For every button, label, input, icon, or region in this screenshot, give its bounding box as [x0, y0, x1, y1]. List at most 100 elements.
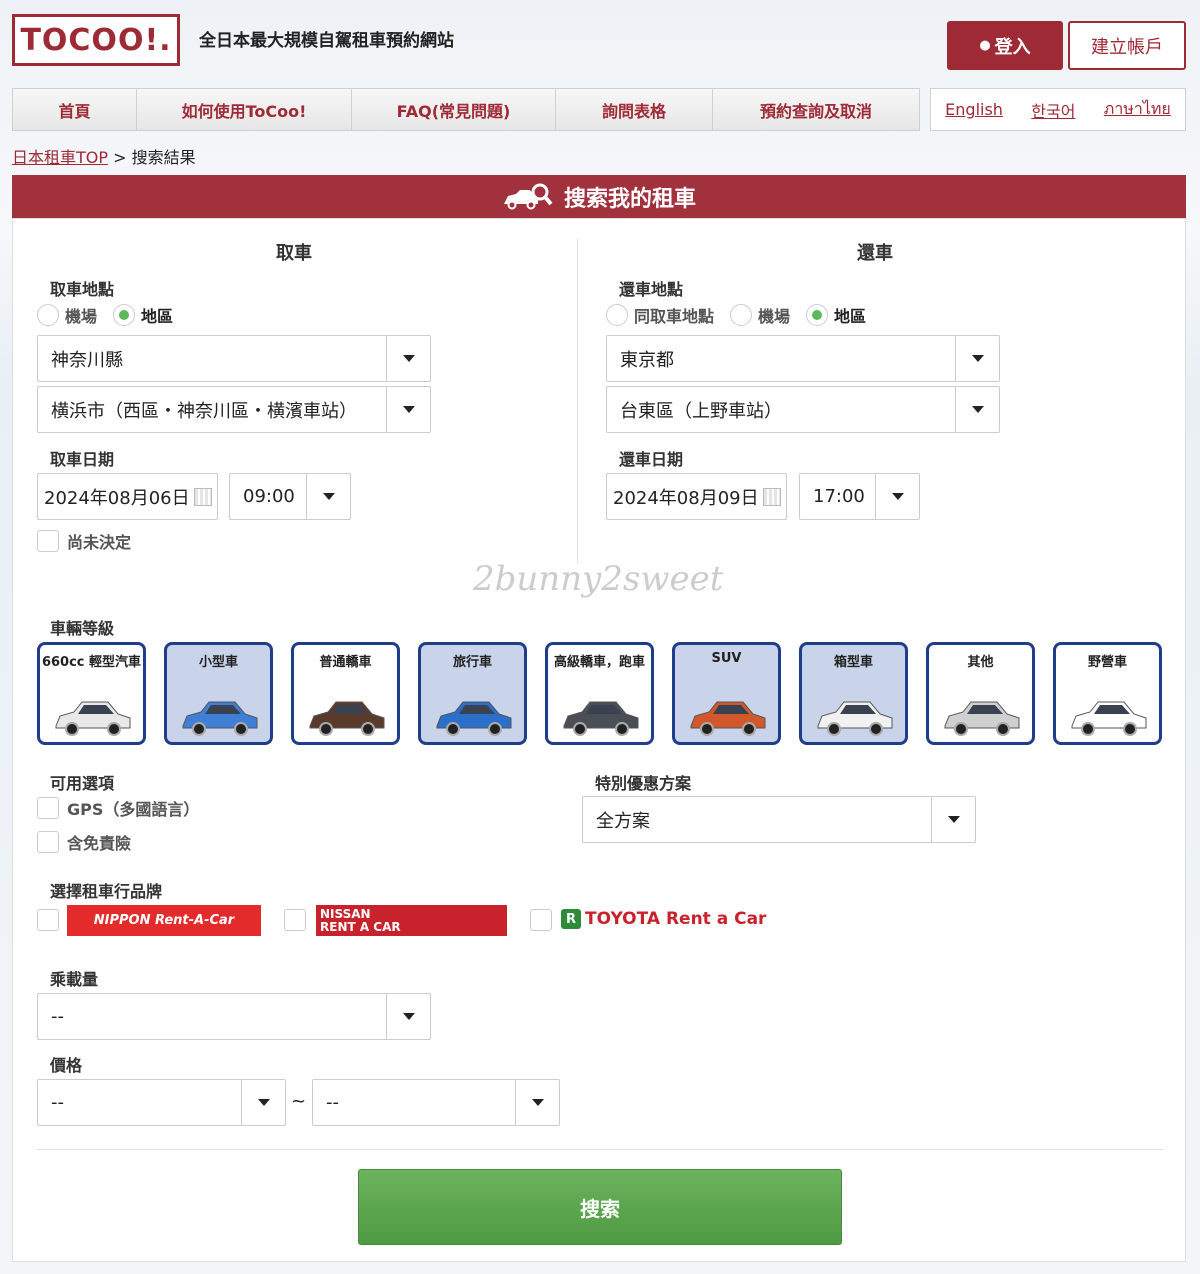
price-max-value: --	[326, 1092, 339, 1113]
breadcrumb-current: 搜索結果	[131, 148, 196, 167]
register-button[interactable]: 建立帳戶	[1068, 21, 1186, 70]
pickup-option-area[interactable]: 地區	[113, 303, 173, 327]
site-tagline: 全日本最大規模自駕租車預約網站	[199, 31, 454, 51]
return-prefecture-select[interactable]: 東京都	[606, 335, 1000, 382]
search-button[interactable]: 搜索	[358, 1169, 842, 1245]
nav-faq[interactable]: FAQ(常見問題)	[351, 88, 555, 131]
breadcrumb: 日本租車TOP > 搜索結果	[12, 144, 196, 168]
car-image-icon	[55, 701, 131, 736]
special-plan-select[interactable]: 全方案	[582, 796, 976, 843]
chevron-down-icon[interactable]	[241, 1080, 285, 1125]
car-class-name: 小型車	[198, 655, 238, 670]
lang-english[interactable]: English	[945, 100, 1003, 119]
return-time-value: 17:00	[813, 486, 865, 507]
radio-area-selected[interactable]	[806, 304, 829, 326]
car-class-label: 車輛等級	[50, 619, 115, 638]
chevron-down-icon[interactable]	[306, 474, 350, 519]
gps-checkbox[interactable]	[37, 797, 59, 819]
calendar-icon[interactable]	[193, 487, 212, 506]
main-nav: 首頁 如何使用ToCoo! FAQ(常見問題) 詢問表格 預約查詢及取消	[12, 88, 920, 131]
nissan-logo-line2: RENT A CAR	[320, 920, 401, 934]
return-time-select[interactable]: 17:00	[799, 473, 920, 520]
car-class-card[interactable]: 660cc 輕型汽車	[37, 642, 146, 745]
special-plan-value: 全方案	[596, 810, 650, 832]
car-class-name: 箱型車	[833, 655, 873, 670]
price-range-separator: ~	[291, 1091, 307, 1112]
return-area-select[interactable]: 台東區（上野車站）	[606, 386, 1000, 433]
pickup-prefecture-select[interactable]: 神奈川縣	[37, 335, 431, 382]
lang-korean[interactable]: 한국어	[1031, 98, 1075, 122]
car-class-card[interactable]: 旅行車	[418, 642, 527, 745]
insurance-checkbox[interactable]	[37, 831, 59, 853]
car-class-name: SUV	[711, 651, 742, 666]
price-max-select[interactable]: --	[312, 1079, 560, 1126]
chevron-down-icon[interactable]	[875, 474, 919, 519]
car-class-card[interactable]: 野營車	[1053, 642, 1162, 745]
option-gps[interactable]: GPS（多國語言）	[37, 796, 199, 820]
radio-same-as-pickup[interactable]	[606, 304, 628, 326]
nav-reservation-lookup[interactable]: 預約查詢及取消	[712, 88, 920, 131]
nav-how-to-use[interactable]: 如何使用ToCoo!	[136, 88, 351, 131]
return-location-label: 還車地點	[619, 280, 684, 299]
chevron-down-icon[interactable]	[955, 336, 999, 381]
search-panel-title: 搜索我的租車	[563, 186, 696, 212]
chevron-down-icon[interactable]	[386, 336, 430, 381]
option-insurance[interactable]: 含免責險	[37, 830, 131, 854]
car-class-card[interactable]: 其他	[926, 642, 1035, 745]
pickup-time-select[interactable]: 09:00	[229, 473, 351, 520]
capacity-value: --	[51, 1006, 64, 1027]
return-date-input[interactable]: 2024年08月09日	[606, 473, 787, 520]
breadcrumb-home-link[interactable]: 日本租車TOP	[12, 148, 108, 167]
car-image-icon	[309, 701, 385, 736]
options-label: 可用選項	[50, 774, 115, 793]
return-option-same[interactable]: 同取車地點	[606, 303, 714, 327]
car-class-card[interactable]: 箱型車	[799, 642, 908, 745]
car-class-card[interactable]: SUV	[672, 642, 781, 745]
radio-airport[interactable]	[730, 304, 753, 326]
car-class-name: 高級轎車，跑車	[553, 655, 645, 670]
undecided-label: 尚未決定	[67, 533, 132, 552]
pickup-date-value: 2024年08月06日	[44, 487, 190, 509]
calendar-icon[interactable]	[762, 487, 781, 506]
chevron-down-icon[interactable]	[386, 994, 430, 1039]
return-option-area[interactable]: 地區	[806, 303, 866, 327]
pickup-area-select[interactable]: 横浜市（西區・神奈川區・横濱車站）	[37, 386, 431, 433]
price-min-select[interactable]: --	[37, 1079, 286, 1126]
return-option-airport[interactable]: 機場	[730, 303, 790, 327]
brand-toyota-checkbox[interactable]	[530, 909, 552, 931]
undecided-checkbox[interactable]	[37, 530, 59, 552]
nav-inquiry-form[interactable]: 詢問表格	[555, 88, 712, 131]
tocoo-logo[interactable]: TOCOO!.	[12, 14, 180, 66]
radio-airport[interactable]	[37, 304, 59, 326]
chevron-down-icon[interactable]	[515, 1080, 559, 1125]
pickup-date-input[interactable]: 2024年08月06日	[37, 473, 218, 520]
car-image-icon	[182, 701, 258, 736]
form-divider	[37, 1149, 1163, 1150]
return-option-airport-label: 機場	[758, 307, 791, 326]
nissan-rentacar-logo[interactable]: NISSAN RENT A CAR	[316, 905, 507, 936]
login-button[interactable]: ● 登入	[947, 21, 1063, 70]
gps-label: GPS（多國語言）	[67, 800, 200, 819]
chevron-down-icon[interactable]	[955, 387, 999, 432]
car-image-icon	[690, 701, 766, 736]
brand-nippon-checkbox[interactable]	[37, 909, 59, 931]
pickup-option-airport[interactable]: 機場	[37, 303, 97, 327]
radio-area-selected[interactable]	[113, 304, 136, 326]
return-date-value: 2024年08月09日	[613, 487, 759, 509]
lang-thai[interactable]: ภาษาไทย	[1104, 97, 1171, 122]
car-class-card[interactable]: 小型車	[164, 642, 273, 745]
car-class-card[interactable]: 普通轎車	[291, 642, 400, 745]
car-class-card[interactable]: 高級轎車，跑車	[545, 642, 654, 745]
toyota-rentacar-logo[interactable]: R TOYOTA Rent a Car	[561, 909, 766, 929]
return-section-title: 還車	[857, 243, 893, 264]
brand-nissan-checkbox[interactable]	[284, 909, 306, 931]
pickup-date-label: 取車日期	[50, 450, 115, 469]
chevron-down-icon[interactable]	[931, 797, 975, 842]
nav-home[interactable]: 首頁	[12, 88, 136, 131]
capacity-select[interactable]: --	[37, 993, 431, 1040]
car-image-icon	[563, 701, 639, 736]
pickup-section-title: 取車	[276, 243, 312, 264]
pickup-undecided[interactable]: 尚未決定	[37, 529, 131, 553]
chevron-down-icon[interactable]	[386, 387, 430, 432]
nippon-rentacar-logo[interactable]: NIPPON Rent-A-Car	[67, 905, 261, 936]
